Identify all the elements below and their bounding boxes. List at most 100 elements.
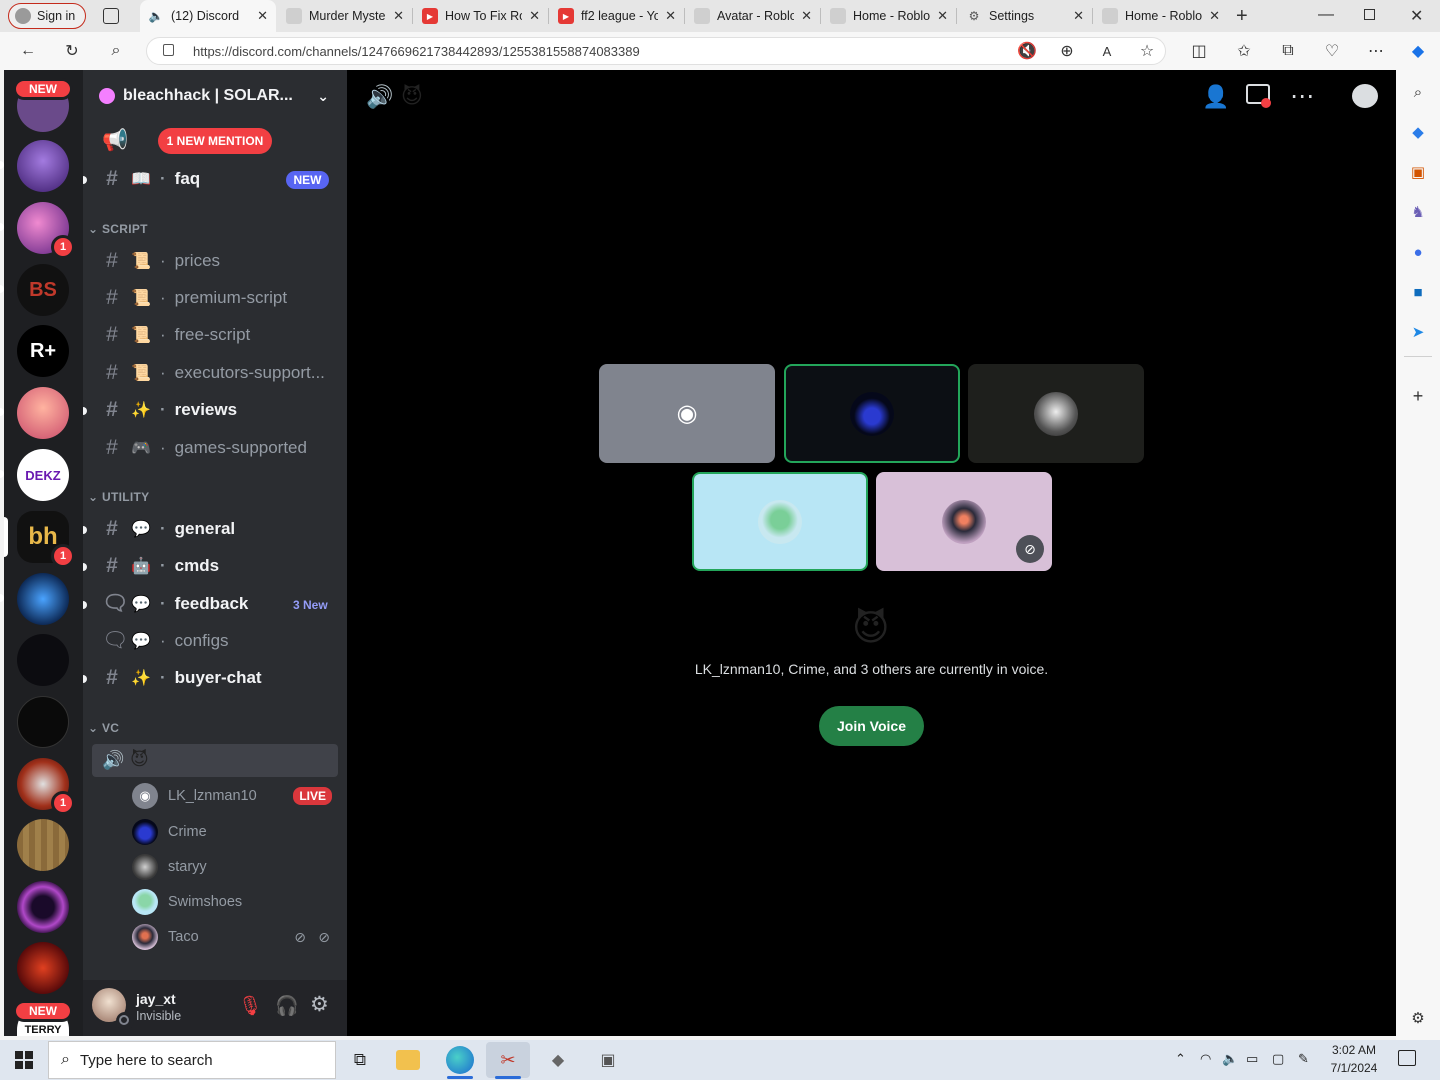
address-bar[interactable]: https://discord.com/channels/12476696217… <box>146 37 1166 65</box>
mic-muted-icon[interactable]: 🎙 <box>238 994 262 1018</box>
copilot-icon[interactable]: ◆ <box>1408 41 1428 61</box>
channel-cmds[interactable]: # 🤖 · cmds <box>92 549 338 583</box>
send-icon[interactable]: ➤ <box>1408 322 1428 342</box>
meet-now-icon[interactable]: ▢ <box>1272 1051 1284 1067</box>
close-icon[interactable]: ✕ <box>257 8 268 24</box>
server-header[interactable]: bleachhack | SOLAR... ⌄ <box>83 70 347 122</box>
search-icon[interactable]: ⌕ <box>106 41 126 61</box>
tab-actions-icon[interactable] <box>103 8 119 24</box>
collections-icon[interactable]: ⧉ <box>1278 41 1298 61</box>
microsoft365-icon[interactable]: ● <box>1408 242 1428 262</box>
join-voice-button[interactable]: Join Voice <box>819 706 924 746</box>
more-menu-icon[interactable]: ⋯ <box>1366 41 1386 61</box>
games-icon[interactable]: ♞ <box>1408 202 1428 222</box>
close-icon[interactable]: ✕ <box>1209 8 1220 24</box>
server-icon-13[interactable] <box>17 819 69 871</box>
shopping-icon[interactable]: ◆ <box>1408 122 1428 142</box>
favorite-star-icon[interactable]: ☆ <box>1137 41 1157 61</box>
outlook-icon[interactable]: ■ <box>1408 282 1428 302</box>
participant-tile-staryy[interactable] <box>968 364 1144 463</box>
favorites-icon[interactable]: ✩ <box>1234 41 1254 61</box>
tab-avatar-roblox[interactable]: Avatar - Roblox ✕ <box>686 0 820 32</box>
battery-icon[interactable]: ▭ <box>1246 1051 1258 1067</box>
chat-icon[interactable] <box>1352 84 1378 108</box>
channel-premium-script[interactable]: # 📜 · premium-script <box>92 281 338 315</box>
voice-channel-selected[interactable] <box>92 744 338 777</box>
headphones-icon[interactable]: 🎧 <box>275 994 299 1018</box>
snipping-tool-icon[interactable]: ✂ <box>494 1046 522 1074</box>
close-icon[interactable]: ✕ <box>937 8 948 24</box>
server-icon-dekz[interactable]: DEKZ <box>17 449 69 501</box>
close-icon[interactable]: ✕ <box>529 8 540 24</box>
voice-user-swimshoes[interactable]: Swimshoes <box>132 887 342 917</box>
network-icon[interactable]: ◠ <box>1200 1051 1211 1067</box>
photos-icon[interactable]: ▣ <box>594 1046 622 1074</box>
tab-how-to-fix[interactable]: ▶ How To Fix Roblox ✕ <box>414 0 548 32</box>
back-icon[interactable]: ← <box>18 41 38 61</box>
channel-free-script[interactable]: # 📜 · free-script <box>92 318 338 352</box>
search-icon[interactable]: ⌕ <box>1408 82 1428 102</box>
server-icon-6[interactable] <box>17 387 69 439</box>
close-icon[interactable]: ✕ <box>665 8 676 24</box>
voice-user-taco[interactable]: Taco ⊘ ⊘ <box>132 922 342 952</box>
participant-tile-swimshoes[interactable] <box>692 472 868 571</box>
minimize-icon[interactable]: — <box>1318 6 1334 24</box>
read-aloud-icon[interactable]: A <box>1097 41 1117 61</box>
channel-executors-support[interactable]: # 📜 · executors-support... <box>92 356 338 390</box>
server-icon-bs[interactable]: BS <box>17 264 69 316</box>
more-options-icon[interactable]: ⋯ <box>1290 82 1315 111</box>
channel-general[interactable]: # 💬 · general <box>92 512 338 546</box>
windows-start-icon[interactable] <box>10 1046 38 1074</box>
channel-prices[interactable]: # 📜 · prices <box>92 244 338 278</box>
server-icon-15[interactable] <box>17 942 69 994</box>
participant-tile-lk[interactable]: ◉ <box>599 364 775 463</box>
new-mention-pill[interactable]: 1 NEW MENTION <box>158 128 272 154</box>
browser-essentials-icon[interactable]: ♡ <box>1322 41 1342 61</box>
tab-ff2-league[interactable]: ▶ ff2 league - YouTube ✕ <box>550 0 684 32</box>
clock-date[interactable]: 7/1/2024 <box>1326 1061 1382 1075</box>
server-icon-r-plus[interactable]: R+ <box>17 325 69 377</box>
sign-in-button[interactable]: Sign in <box>8 3 86 29</box>
participant-tile-crime[interactable] <box>784 364 960 463</box>
tab-murder-mystery[interactable]: Murder Mystery ✕ <box>278 0 412 32</box>
pen-icon[interactable]: ✎ <box>1298 1051 1309 1067</box>
channel-reviews[interactable]: # ✨ · reviews <box>92 393 338 427</box>
server-icon-9[interactable] <box>17 573 69 625</box>
task-view-icon[interactable]: ⧉ <box>346 1046 374 1074</box>
server-icon-exploiting[interactable] <box>17 696 69 748</box>
server-icon-2[interactable] <box>17 140 69 192</box>
refresh-icon[interactable]: ↻ <box>62 41 82 61</box>
taskbar-search[interactable]: ⌕ Type here to search <box>48 1041 336 1079</box>
voice-user-crime[interactable]: Crime <box>132 817 342 847</box>
tab-settings[interactable]: ⚙ Settings ✕ <box>958 0 1092 32</box>
close-icon[interactable]: ✕ <box>801 8 812 24</box>
voice-user-lk[interactable]: ◉ LK_lznman10 LIVE <box>132 781 342 811</box>
mute-site-icon[interactable]: 🔇 <box>1017 41 1037 61</box>
notification-center-icon[interactable] <box>1398 1050 1416 1066</box>
category-utility[interactable]: ⌄ UTILITY <box>88 490 149 504</box>
voice-user-staryy[interactable]: staryy <box>132 852 342 882</box>
split-screen-icon[interactable]: ◫ <box>1189 41 1209 61</box>
lock-icon[interactable] <box>163 44 174 56</box>
category-script[interactable]: ⌄ SCRIPT <box>88 222 148 236</box>
zoom-icon[interactable]: ⊕ <box>1057 41 1077 61</box>
clock-time[interactable]: 3:02 AM <box>1326 1043 1382 1057</box>
show-hidden-icons[interactable]: ⌃ <box>1175 1051 1186 1067</box>
tab-home-roblox[interactable]: Home - Roblox ✕ <box>822 0 956 32</box>
roblox-icon[interactable]: ◆ <box>544 1046 572 1074</box>
user-settings-gear-icon[interactable]: ⚙ <box>310 992 329 1017</box>
tools-icon[interactable]: ▣ <box>1408 162 1428 182</box>
category-vc[interactable]: ⌄ VC <box>88 721 119 735</box>
volume-icon[interactable]: 🔈 <box>1222 1051 1238 1067</box>
channel-buyer-chat[interactable]: # ✨ · buyer-chat <box>92 661 338 695</box>
server-icon-10[interactable] <box>17 634 69 686</box>
file-explorer-icon[interactable] <box>396 1050 420 1070</box>
restore-icon[interactable] <box>1364 9 1375 20</box>
server-icon-14[interactable] <box>17 881 69 933</box>
edge-icon[interactable] <box>446 1046 474 1074</box>
sidebar-settings-icon[interactable]: ⚙ <box>1408 1008 1428 1028</box>
channel-configs[interactable]: 🗨 💬 · configs <box>92 624 338 658</box>
url-text[interactable]: https://discord.com/channels/12476696217… <box>193 44 640 59</box>
new-tab-icon[interactable]: + <box>1236 5 1248 28</box>
tab-home-roblox-2[interactable]: Home - Roblox ✕ <box>1094 0 1228 32</box>
